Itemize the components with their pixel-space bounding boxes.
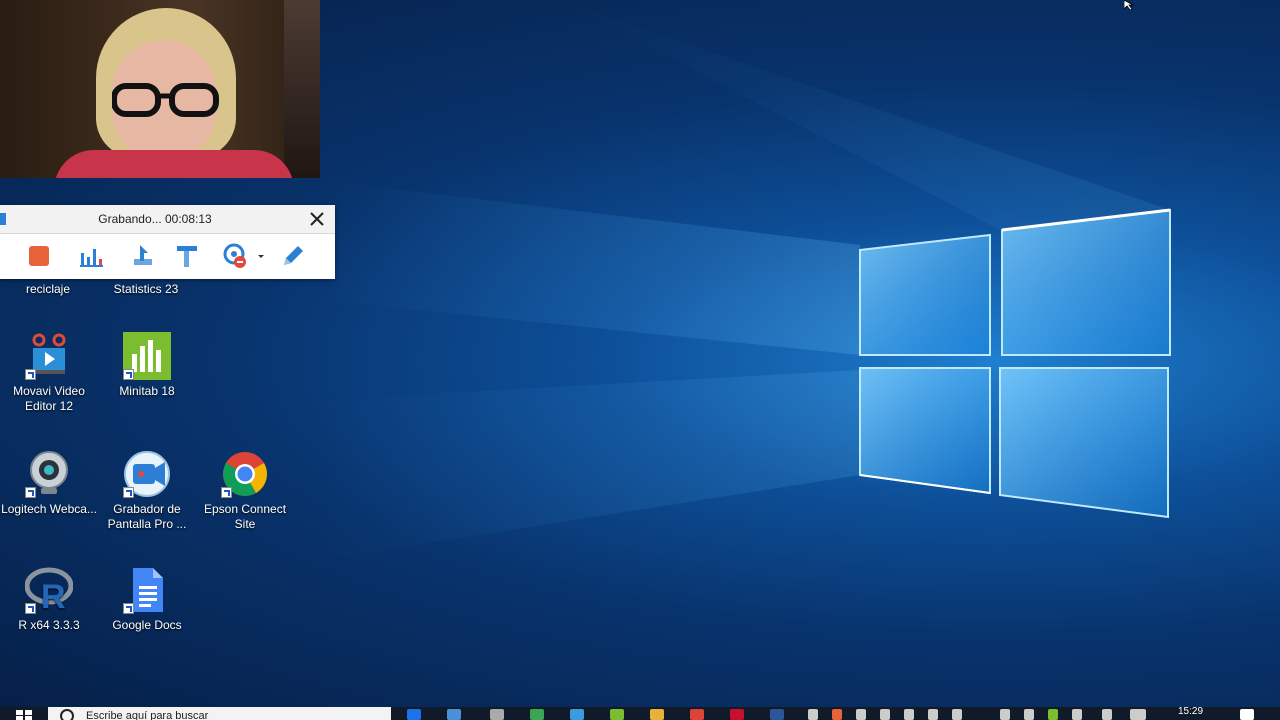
desktop-icon-label: Grabador de Pantalla Pro ... [107, 502, 187, 531]
bar-chart-icon[interactable] [78, 243, 104, 269]
annotation-icon[interactable] [174, 243, 200, 269]
webcam-person-glasses [112, 83, 219, 117]
minitab-icon [123, 332, 171, 380]
desktop-icon-label-statistics[interactable]: Statistics 23 [98, 282, 194, 296]
pen-icon[interactable] [280, 243, 306, 269]
taskbar-app-icon[interactable] [570, 709, 584, 720]
desktop-icon-label: Epson Connect Site [203, 502, 287, 531]
tray-icon[interactable] [856, 709, 866, 720]
desktop-icon-logitech[interactable]: Logitech Webca... [1, 450, 97, 517]
taskbar: Escribe aquí para buscar 15:29 [0, 707, 1280, 720]
desktop-icon-r[interactable]: R R x64 3.3.3 [1, 566, 97, 633]
recorder-titlebar[interactable]: Grabando... 00:08:13 [0, 205, 335, 234]
folder-icon[interactable] [650, 709, 664, 720]
tray-icon[interactable] [1024, 709, 1034, 720]
desktop-icon-epson-connect[interactable]: Epson Connect Site [197, 450, 293, 532]
svg-text:R: R [41, 578, 66, 614]
shortcut-arrow-icon [25, 603, 36, 614]
screen-recorder-icon [123, 450, 171, 498]
tray-icon[interactable] [880, 709, 890, 720]
chrome-icon [221, 450, 269, 498]
tray-icon[interactable] [1048, 709, 1058, 720]
webcam-person-shirt [54, 150, 294, 178]
webcam-background [284, 0, 320, 178]
close-icon[interactable] [307, 209, 327, 229]
tray-icon[interactable] [832, 709, 842, 720]
network-icon[interactable] [1102, 709, 1112, 720]
taskbar-app-icon[interactable] [407, 709, 421, 720]
taskbar-app-icon[interactable] [610, 709, 624, 720]
shortcut-arrow-icon [123, 369, 134, 380]
desktop-icon-minitab[interactable]: Minitab 18 [99, 332, 195, 399]
r-language-icon: R [24, 566, 74, 616]
webcam-icon[interactable] [222, 243, 248, 269]
taskbar-app-icon[interactable] [447, 709, 461, 720]
word-icon[interactable] [770, 709, 784, 720]
shortcut-arrow-icon [123, 603, 134, 614]
taskbar-app-icon[interactable] [490, 709, 504, 720]
desktop-icon-google-docs[interactable]: Google Docs [99, 566, 195, 633]
stop-icon[interactable] [26, 243, 52, 269]
language-icon[interactable] [1130, 709, 1146, 720]
recorder-tools [0, 243, 335, 271]
desktop-icon-label: Minitab 18 [119, 384, 175, 398]
recorder-toolbar: Grabando... 00:08:13 [0, 205, 335, 279]
google-docs-icon [123, 566, 171, 614]
webcam-app-icon [25, 450, 73, 498]
desktop-icon-grabador[interactable]: Grabador de Pantalla Pro ... [99, 450, 195, 532]
shortcut-arrow-icon [221, 487, 232, 498]
windows-start-icon[interactable] [15, 709, 33, 720]
movavi-icon [25, 332, 73, 380]
tray-icon[interactable] [928, 709, 938, 720]
mouse-pointer-icon [1124, 0, 1134, 10]
tray-icon[interactable] [1000, 709, 1010, 720]
shortcut-arrow-icon [123, 487, 134, 498]
shortcut-arrow-icon [25, 369, 36, 380]
taskbar-search-box[interactable]: Escribe aquí para buscar [48, 707, 391, 720]
volume-icon[interactable] [1072, 709, 1082, 720]
desktop-icon-label: Google Docs [112, 618, 182, 632]
tray-icon[interactable] [952, 709, 962, 720]
chrome-icon[interactable] [690, 709, 704, 720]
tray-icon[interactable] [904, 709, 914, 720]
webcam-overlay[interactable] [0, 0, 320, 178]
cursor-effects-icon[interactable] [130, 243, 156, 269]
tray-icon[interactable] [808, 709, 818, 720]
taskbar-clock[interactable]: 15:29 [1178, 707, 1203, 717]
shortcut-arrow-icon [25, 487, 36, 498]
desktop-icon-label: R x64 3.3.3 [18, 618, 80, 632]
desktop-icon-label-recycle[interactable]: reciclaje [0, 282, 96, 296]
desktop-icon-movavi[interactable]: Movavi Video Editor 12 [1, 332, 97, 414]
chevron-down-icon[interactable] [254, 243, 268, 269]
search-placeholder: Escribe aquí para buscar [86, 710, 209, 720]
desktop-icon-label: Logitech Webca... [1, 502, 97, 516]
recording-status: Grabando... 00:08:13 [98, 212, 212, 226]
taskbar-app-icon[interactable] [530, 709, 544, 720]
notification-icon[interactable] [1240, 709, 1254, 720]
search-icon [60, 709, 74, 720]
taskbar-app-icon[interactable] [730, 709, 744, 720]
desktop-icon-label: Movavi Video Editor 12 [13, 384, 85, 413]
